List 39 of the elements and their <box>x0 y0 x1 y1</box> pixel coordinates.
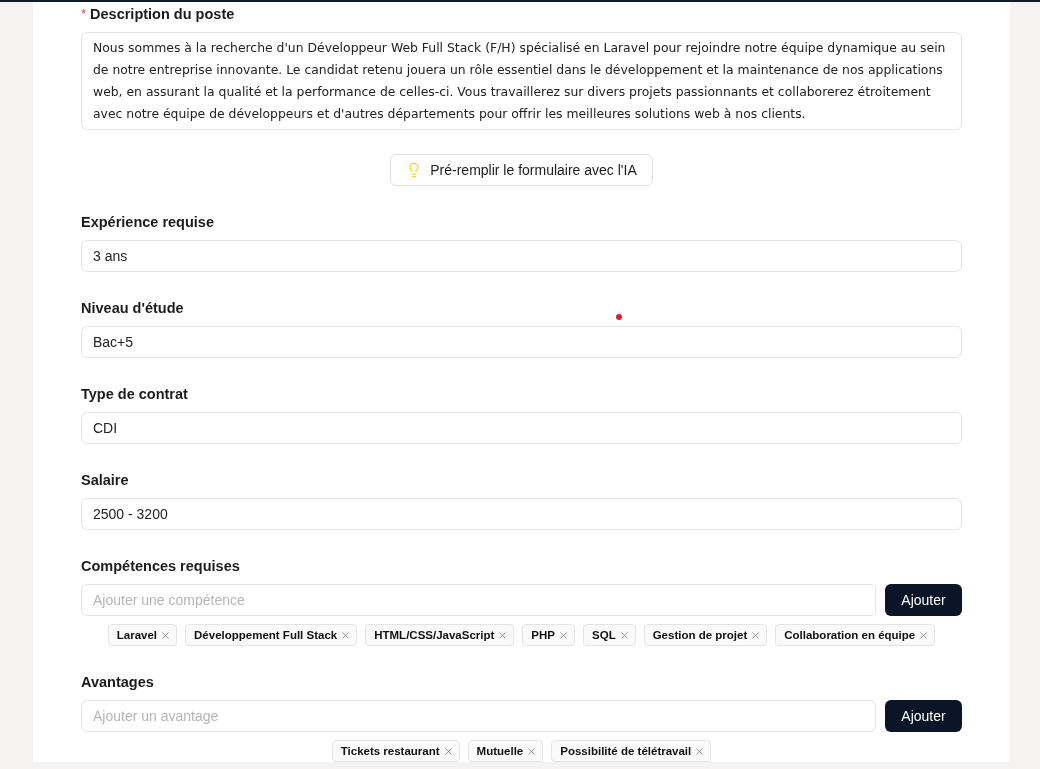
tag-label: HTML/CSS/JavaScript <box>374 629 495 641</box>
close-icon[interactable] <box>750 629 762 641</box>
close-icon[interactable] <box>340 629 352 641</box>
description-textarea[interactable]: Nous sommes à la recherche d'un Développeur Web Full Stack (F/H) spécialisé en Laravel pour rejoindre notre équipe dynamique au sein de notre entreprise innovante. Le candidat retenu jouera un rôle essentiel dans le développement et la maintenance de nos applications web, en assurant la qualité et la performance de celles-ci. Vous travaillerez sur divers projets passionnants et collaborerez étroitement avec notre équipe de développeurs et d'autres départements pour offrir les meilleures solutions web à nos clients. <box>81 32 962 130</box>
close-icon[interactable] <box>526 745 538 757</box>
close-icon[interactable] <box>694 745 706 757</box>
field-label: Avantages <box>81 673 154 692</box>
add-button[interactable]: Ajouter <box>885 584 962 616</box>
close-icon[interactable] <box>160 629 172 641</box>
text-input-field[interactable]: CDI <box>81 412 962 444</box>
close-icon[interactable] <box>618 629 630 641</box>
text-input-field[interactable]: Bac+5 <box>81 326 962 358</box>
ai-prefill-button[interactable]: Pré-remplir le formulaire avec l'IA <box>390 154 653 186</box>
tag-label: Développement Full Stack <box>194 629 338 641</box>
close-icon[interactable] <box>558 629 569 641</box>
text-input-field[interactable]: 2500 - 3200 <box>81 498 962 530</box>
tag-label: PHP <box>531 629 555 641</box>
tag-label: Mutuelle <box>476 745 524 757</box>
close-icon[interactable] <box>497 629 509 641</box>
close-icon[interactable] <box>442 745 454 757</box>
tag-label: Possibilité de télétravail <box>560 745 692 757</box>
tag-label: Collaboration en équipe <box>784 629 916 641</box>
field-label: Niveau d'étude <box>81 299 184 318</box>
dot-icon <box>616 314 622 320</box>
field-label: Description du poste <box>90 5 235 24</box>
field-label: Expérience requise <box>81 213 214 232</box>
field-label: Type de contrat <box>81 385 188 404</box>
tag-label: Laravel <box>116 629 158 641</box>
close-icon[interactable] <box>918 629 930 641</box>
text-input-field[interactable]: 3 ans <box>81 240 962 272</box>
tag-label: Tickets restaurant <box>340 745 440 757</box>
add-button[interactable]: Ajouter <box>885 700 962 732</box>
required-asterisk: * <box>81 5 87 23</box>
add-input-field[interactable]: Ajouter un avantage <box>81 700 876 732</box>
field-label: Salaire <box>81 471 129 490</box>
add-input-field[interactable]: Ajouter une compétence <box>81 584 876 616</box>
tag-label: Gestion de projet <box>652 629 748 641</box>
tag-label: SQL <box>592 629 616 641</box>
field-label: Compétences requises <box>81 557 240 576</box>
